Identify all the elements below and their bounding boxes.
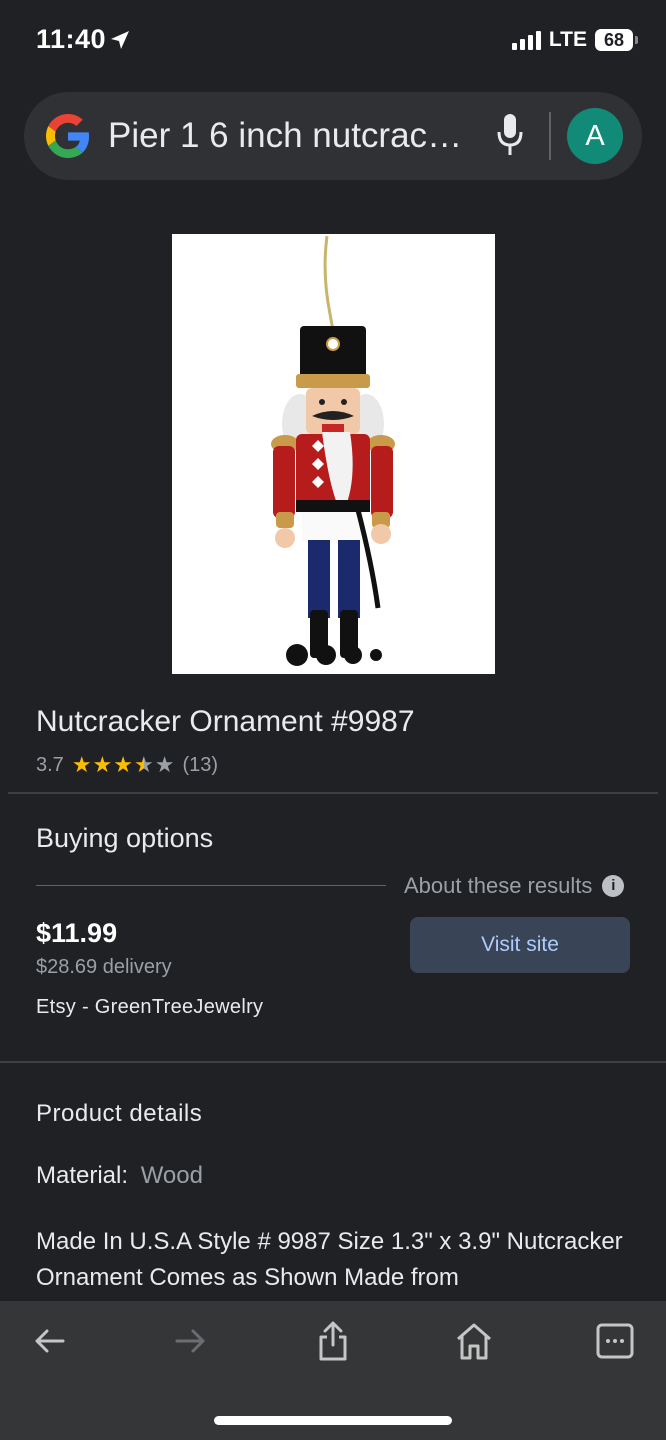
buying-options-heading: Buying options [36,823,214,853]
tabs-icon[interactable] [585,1321,645,1361]
about-results-label[interactable]: About these results [404,873,592,899]
back-arrow-icon[interactable] [19,1321,79,1361]
status-indicators: LTE 68 [511,28,638,52]
image-carousel-dots[interactable] [172,644,495,666]
google-logo-icon [46,114,90,158]
nutcracker-image [271,235,395,658]
home-icon[interactable] [444,1321,504,1361]
product-details-heading: Product details [36,1100,203,1127]
share-icon[interactable] [303,1321,363,1361]
about-results[interactable]: About these results i [404,873,625,899]
buying-options-rule [36,885,386,886]
product-title: Nutcracker Ornament #9987 [36,705,415,738]
product-description: Made In U.S.A Style # 9987 Size 1.3" x 3… [36,1228,623,1291]
star-empty-icon: ★ [154,752,175,777]
search-query[interactable]: Pier 1 6 inch nutcracker ornament [108,116,478,156]
material-row: Material: Wood [36,1162,203,1190]
star-icon: ★ [113,752,134,777]
mic-icon[interactable] [494,112,526,158]
carousel-dot[interactable] [285,644,308,666]
review-count[interactable]: (13) [182,754,218,777]
carousel-dot[interactable] [369,649,382,661]
rating-value: 3.7 [36,753,64,776]
star-icon: ★ [71,752,92,777]
star-icon: ★ [92,752,113,777]
offer-price: $11.99 [36,918,118,948]
material-value: Wood [140,1162,203,1189]
rating-stars: ★ ★ ★ ★ ★ [72,752,175,778]
visit-site-button[interactable]: Visit site [410,917,630,973]
section-divider [8,792,658,794]
carousel-dot[interactable] [343,646,362,664]
search-bar[interactable]: Pier 1 6 inch nutcracker ornament A [24,92,642,180]
product-rating[interactable]: 3.7 ★ ★ ★ ★ ★ (13) [36,752,218,778]
material-label: Material: [36,1162,129,1189]
status-time: 11:40 [36,24,107,54]
star-half-icon: ★ [134,752,154,777]
cell-signal-icon [511,30,541,50]
carousel-dot[interactable] [315,645,336,665]
section-divider [0,1061,666,1063]
offer-seller[interactable]: Etsy - GreenTreeJewelry [36,996,263,1019]
account-avatar[interactable]: A [567,108,623,164]
battery-level: 68 [595,29,633,51]
battery-icon: 68 [595,29,638,51]
product-image[interactable] [172,234,495,674]
info-icon[interactable]: i [602,875,625,897]
network-type: LTE [548,28,587,51]
home-indicator[interactable] [214,1416,452,1425]
offer-delivery: $28.69 delivery [36,956,172,978]
location-arrow-icon [108,28,132,57]
search-divider [549,112,551,160]
forward-arrow-icon[interactable] [161,1321,221,1361]
